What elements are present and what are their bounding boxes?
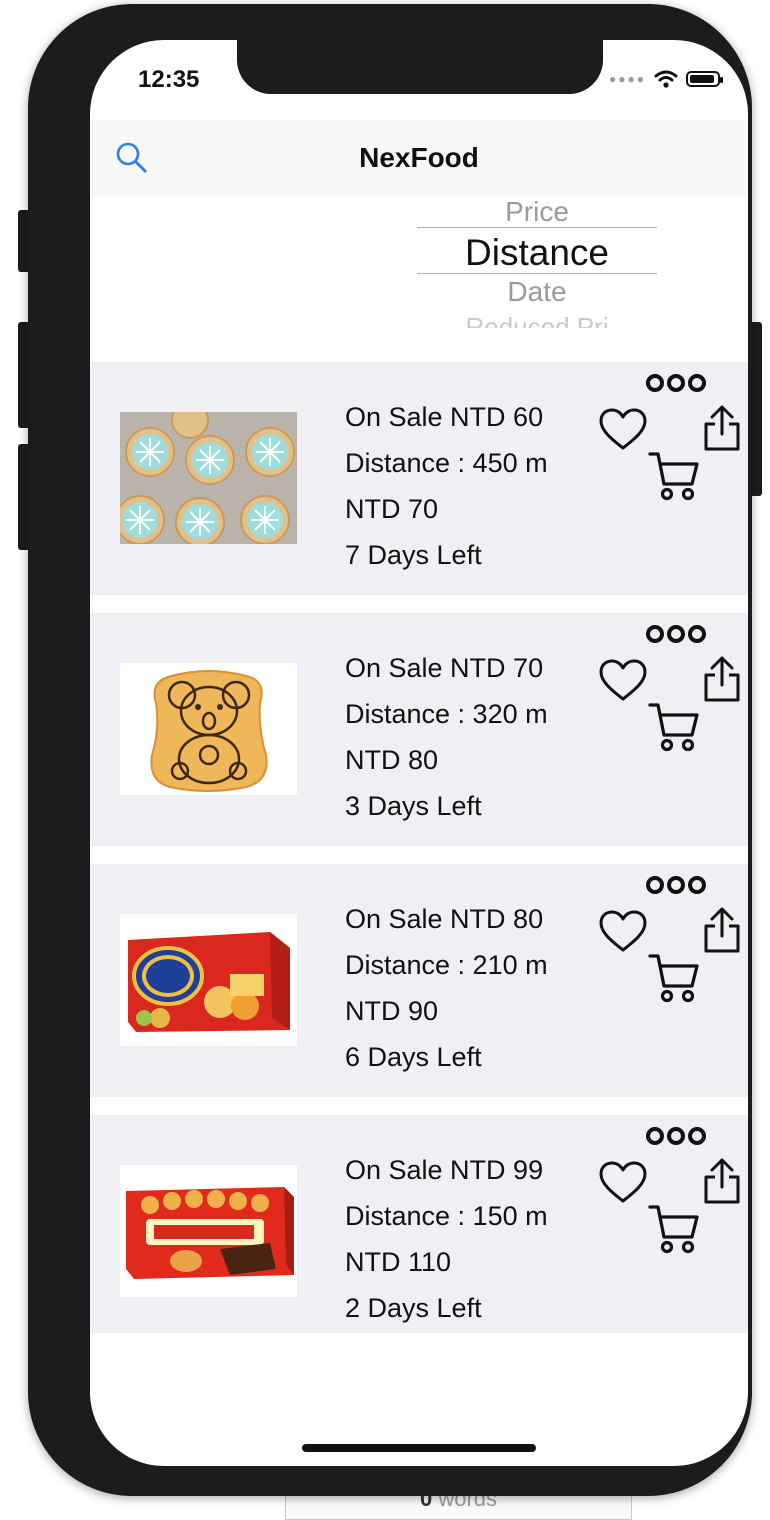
- product-row[interactable]: On Sale NTD 70 Distance : 320 m NTD 80 3…: [90, 613, 748, 846]
- more-icon[interactable]: [646, 623, 706, 645]
- sort-picker[interactable]: Price Distance Date Reduced Pri: [90, 196, 748, 362]
- distance: Distance : 210 m: [345, 950, 548, 980]
- original-price: NTD 70: [345, 494, 439, 524]
- battery-icon: [686, 71, 723, 87]
- share-icon[interactable]: [702, 655, 742, 703]
- heart-icon[interactable]: [598, 408, 648, 452]
- product-image: [120, 663, 297, 795]
- snowflake-cookies-image: [120, 412, 297, 544]
- cart-icon[interactable]: [648, 701, 700, 753]
- status-time: 12:35: [138, 66, 200, 93]
- product-info: On Sale NTD 99 Distance : 150 m NTD 110 …: [345, 1147, 548, 1331]
- heart-icon[interactable]: [598, 910, 648, 954]
- product-image: [120, 1165, 297, 1297]
- signal-dots-icon: ●●●●: [609, 72, 646, 86]
- more-icon[interactable]: [646, 1125, 706, 1147]
- notch: [237, 40, 603, 94]
- share-icon[interactable]: [702, 1157, 742, 1205]
- picker-divider-bottom: [417, 273, 657, 274]
- original-price: NTD 110: [345, 1247, 452, 1277]
- cart-icon[interactable]: [648, 450, 700, 502]
- product-row[interactable]: On Sale NTD 99 Distance : 150 m NTD 110 …: [90, 1115, 748, 1333]
- screen: 12:35 ●●●● NexFood Price Distance Date R…: [90, 40, 748, 1466]
- distance: Distance : 320 m: [345, 699, 548, 729]
- days-left: 3 Days Left: [345, 791, 482, 821]
- ritz-crackers-box-image: [120, 914, 297, 1046]
- share-icon[interactable]: [702, 906, 742, 954]
- picker-divider-top: [417, 227, 657, 228]
- more-icon[interactable]: [646, 372, 706, 394]
- heart-icon[interactable]: [598, 659, 648, 703]
- original-price: NTD 80: [345, 745, 439, 775]
- original-price: NTD 90: [345, 996, 439, 1026]
- sale-price: On Sale NTD 99: [345, 1155, 544, 1185]
- product-image: [120, 914, 297, 1046]
- product-info: On Sale NTD 80 Distance : 210 m NTD 90 6…: [345, 896, 548, 1080]
- phone-frame: 12:35 ●●●● NexFood Price Distance Date R…: [28, 4, 752, 1496]
- page-title: NexFood: [359, 142, 479, 173]
- wifi-icon: [654, 70, 678, 88]
- sort-option-price[interactable]: Price: [417, 196, 657, 228]
- product-info: On Sale NTD 60 Distance : 450 m NTD 70 7…: [345, 394, 548, 578]
- sort-option-date[interactable]: Date: [417, 276, 657, 308]
- days-left: 7 Days Left: [345, 540, 482, 570]
- home-indicator[interactable]: [302, 1444, 536, 1452]
- navigation-bar: NexFood: [90, 120, 748, 197]
- share-icon[interactable]: [702, 404, 742, 452]
- product-row[interactable]: On Sale NTD 60 Distance : 450 m NTD 70 7…: [90, 362, 748, 595]
- sort-option-distance[interactable]: Distance: [417, 232, 657, 274]
- product-row[interactable]: On Sale NTD 80 Distance : 210 m NTD 90 6…: [90, 864, 748, 1097]
- sale-price: On Sale NTD 60: [345, 402, 544, 432]
- days-left: 2 Days Left: [345, 1293, 482, 1323]
- cart-icon[interactable]: [648, 1203, 700, 1255]
- status-indicators: ●●●●: [609, 70, 723, 88]
- koala-biscuit-image: [120, 663, 297, 795]
- product-image: [120, 412, 297, 544]
- sale-price: On Sale NTD 70: [345, 653, 544, 683]
- distance: Distance : 150 m: [345, 1201, 548, 1231]
- choco-puff-box-image: [120, 1165, 297, 1297]
- days-left: 6 Days Left: [345, 1042, 482, 1072]
- product-info: On Sale NTD 70 Distance : 320 m NTD 80 3…: [345, 645, 548, 829]
- sale-price: On Sale NTD 80: [345, 904, 544, 934]
- more-icon[interactable]: [646, 874, 706, 896]
- sort-option-reduced-price[interactable]: Reduced Pri: [417, 312, 657, 328]
- heart-icon[interactable]: [598, 1161, 648, 1205]
- distance: Distance : 450 m: [345, 448, 548, 478]
- cart-icon[interactable]: [648, 952, 700, 1004]
